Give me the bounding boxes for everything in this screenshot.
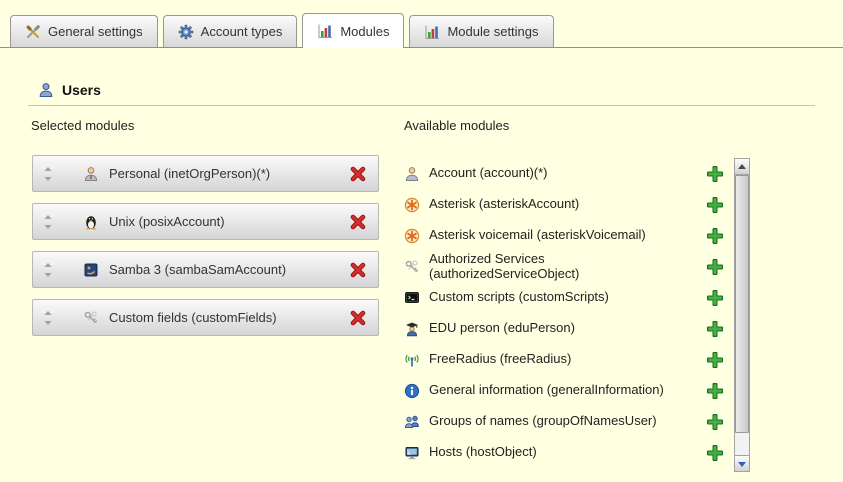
tux-icon [83,214,99,230]
available-module-row-edu-person: EDU person (eduPerson) [404,313,730,344]
available-module-label: General information (generalInformation) [429,383,679,398]
available-modules-scrollbar[interactable] [734,158,750,472]
available-module-row-asterisk: Asterisk (asteriskAccount) [404,189,730,220]
available-module-label: Custom scripts (customScripts) [429,290,679,305]
selected-module-label: Unix (posixAccount) [109,214,225,229]
add-module-button[interactable] [706,320,724,338]
available-modules-list: Account (account)(*) Asterisk (asteriskA… [404,158,730,468]
gear-icon [178,24,194,40]
scroll-down-button[interactable] [735,455,749,471]
available-modules-label: Available modules [404,118,509,133]
available-module-row-hosts: Hosts (hostObject) [404,437,730,468]
page-title: Users [62,82,101,98]
selected-module-row-samba: Samba 3 (sambaSamAccount) [32,251,379,288]
add-module-button[interactable] [706,289,724,307]
person-icon [404,166,420,182]
selected-module-row-unix: Unix (posixAccount) [32,203,379,240]
asterisk-icon [404,197,420,213]
remove-module-button[interactable] [348,308,368,328]
selected-modules-list: Personal (inetOrgPerson)(*) Unix (posixA… [32,155,379,336]
available-module-row-freeradius: FreeRadius (freeRadius) [404,344,730,375]
tab-general-settings[interactable]: General settings [10,15,158,47]
drag-handle-icon[interactable] [43,310,53,326]
tab-bar: General settings Account types [0,0,843,48]
selected-module-label: Samba 3 (sambaSamAccount) [109,262,286,277]
available-module-label: Hosts (hostObject) [429,445,679,460]
terminal-icon [404,290,420,306]
tab-label: Account types [201,24,283,39]
selected-module-label: Custom fields (customFields) [109,310,277,325]
keys-icon [83,310,99,326]
person-icon [83,166,99,182]
info-icon [404,383,420,399]
tab-account-types[interactable]: Account types [163,15,298,47]
drag-handle-icon[interactable] [43,262,53,278]
asterisk-icon [404,228,420,244]
available-module-row-asterisk-voicemail: Asterisk voicemail (asteriskVoicemail) [404,220,730,251]
add-module-button[interactable] [706,382,724,400]
tab-label: General settings [48,24,143,39]
available-module-label: EDU person (eduPerson) [429,321,679,336]
available-module-label: Authorized Services (authorizedServiceOb… [429,252,679,282]
tools-icon [25,24,41,40]
drag-handle-icon[interactable] [43,214,53,230]
section-divider [28,105,815,106]
available-module-label: Asterisk (asteriskAccount) [429,197,679,212]
remove-module-button[interactable] [348,164,368,184]
person-icon [38,82,54,98]
group-icon [404,414,420,430]
selected-module-row-personal: Personal (inetOrgPerson)(*) [32,155,379,192]
add-module-button[interactable] [706,227,724,245]
add-module-button[interactable] [706,444,724,462]
monitor-icon [404,445,420,461]
add-module-button[interactable] [706,413,724,431]
available-module-label: Groups of names (groupOfNamesUser) [429,414,679,429]
keys-icon [404,259,420,275]
selected-modules-label: Selected modules [31,118,134,133]
available-module-row-account: Account (account)(*) [404,158,730,189]
scroll-up-button[interactable] [735,159,749,175]
available-module-row-authorized-services: Authorized Services (authorizedServiceOb… [404,251,730,282]
available-module-label: FreeRadius (freeRadius) [429,352,679,367]
tab-label: Module settings [447,24,538,39]
available-module-label: Account (account)(*) [429,166,679,181]
add-module-button[interactable] [706,258,724,276]
antenna-icon [404,352,420,368]
chart-icon [424,24,440,40]
tab-modules[interactable]: Modules [302,13,404,48]
picture-icon [83,262,99,278]
scrollbar-thumb[interactable] [735,175,749,433]
tab-module-settings[interactable]: Module settings [409,15,553,47]
available-module-row-general-information: General information (generalInformation) [404,375,730,406]
tab-label: Modules [340,24,389,39]
section-header: Users [38,82,101,98]
available-module-label: Asterisk voicemail (asteriskVoicemail) [429,228,679,243]
drag-handle-icon[interactable] [43,166,53,182]
chart-icon [317,23,333,39]
selected-module-row-custom-fields: Custom fields (customFields) [32,299,379,336]
add-module-button[interactable] [706,165,724,183]
available-module-row-custom-scripts: Custom scripts (customScripts) [404,282,730,313]
selected-module-label: Personal (inetOrgPerson)(*) [109,166,270,181]
remove-module-button[interactable] [348,260,368,280]
available-module-row-groups-of-names: Groups of names (groupOfNamesUser) [404,406,730,437]
add-module-button[interactable] [706,351,724,369]
graduate-icon [404,321,420,337]
remove-module-button[interactable] [348,212,368,232]
add-module-button[interactable] [706,196,724,214]
